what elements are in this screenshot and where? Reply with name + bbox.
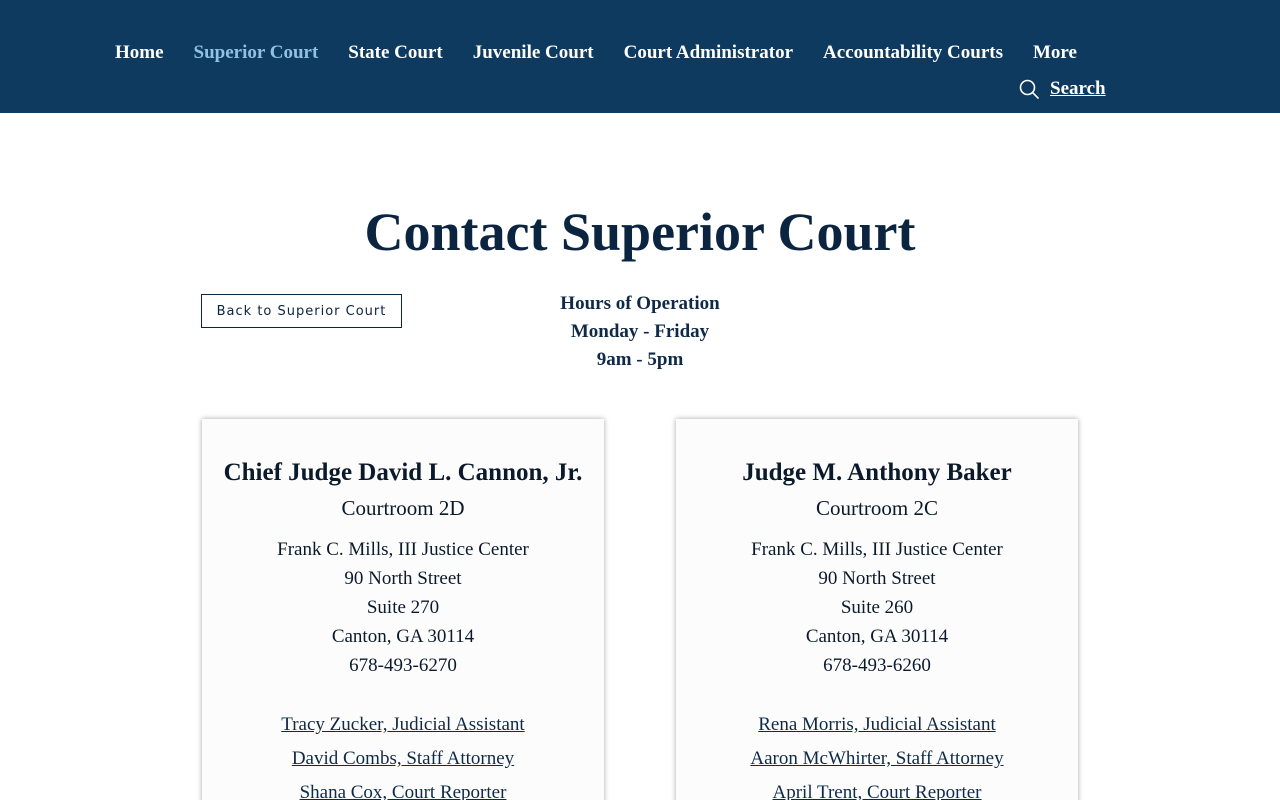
address-city: Canton, GA 30114	[805, 626, 949, 647]
judge-card: Chief Judge David L. Cannon, Jr. Courtro…	[202, 419, 604, 800]
address-block: Frank C. Mills, III Justice Center 90 No…	[676, 535, 1078, 680]
staff-link-judicial-assistant[interactable]: Rena Morris, Judicial Assistant	[676, 708, 1078, 742]
nav-juvenile-court[interactable]: Juvenile Court	[458, 38, 609, 68]
address-building: Frank C. Mills, III Justice Center	[277, 539, 529, 560]
staff-link-staff-attorney[interactable]: David Combs, Staff Attorney	[202, 742, 604, 776]
judge-card: Judge M. Anthony Baker Courtroom 2C Fran…	[676, 419, 1078, 800]
staff-link-court-reporter[interactable]: April Trent, Court Reporter	[676, 776, 1078, 800]
address-city: Canton, GA 30114	[331, 626, 475, 647]
staff-link-court-reporter[interactable]: Shana Cox, Court Reporter	[202, 776, 604, 800]
nav-court-administrator[interactable]: Court Administrator	[609, 38, 808, 68]
back-to-superior-court-button[interactable]: Back to Superior Court	[201, 294, 402, 328]
address-block: Frank C. Mills, III Justice Center 90 No…	[202, 535, 604, 680]
nav-superior-court[interactable]: Superior Court	[179, 38, 334, 68]
courtroom: Courtroom 2C	[816, 496, 938, 520]
main-nav: Home Superior Court State Court Juvenile…	[100, 38, 1092, 68]
staff-list: Tracy Zucker, Judicial Assistant David C…	[202, 708, 604, 800]
hours-of-operation: Hours of Operation Monday - Friday 9am -…	[440, 290, 840, 374]
nav-home[interactable]: Home	[100, 38, 179, 68]
staff-link-judicial-assistant[interactable]: Tracy Zucker, Judicial Assistant	[202, 708, 604, 742]
phone-number: 678-493-6260	[823, 655, 931, 676]
hours-time: 9am - 5pm	[596, 349, 684, 370]
address-suite: Suite 260	[840, 597, 914, 618]
search-link[interactable]: Search	[1018, 75, 1106, 103]
search-icon	[1019, 79, 1039, 99]
courtroom: Courtroom 2D	[341, 496, 465, 520]
nav-more[interactable]: More	[1018, 38, 1092, 68]
address-suite: Suite 270	[366, 597, 440, 618]
nav-accountability-courts[interactable]: Accountability Courts	[808, 38, 1018, 68]
address-street: 90 North Street	[818, 568, 936, 589]
nav-state-court[interactable]: State Court	[333, 38, 457, 68]
judge-name: Chief Judge David L. Cannon, Jr.	[223, 459, 583, 486]
address-street: 90 North Street	[344, 568, 462, 589]
hours-days: Monday - Friday	[570, 321, 710, 342]
search-label: Search	[1050, 78, 1106, 99]
address-building: Frank C. Mills, III Justice Center	[751, 539, 1003, 560]
staff-link-staff-attorney[interactable]: Aaron McWhirter, Staff Attorney	[676, 742, 1078, 776]
staff-list: Rena Morris, Judicial Assistant Aaron Mc…	[676, 708, 1078, 800]
hours-heading: Hours of Operation	[560, 293, 720, 314]
judge-name: Judge M. Anthony Baker	[742, 459, 1012, 486]
site-header: Home Superior Court State Court Juvenile…	[0, 0, 1280, 113]
page-title: Contact Superior Court	[364, 202, 916, 262]
phone-number: 678-493-6270	[349, 655, 457, 676]
